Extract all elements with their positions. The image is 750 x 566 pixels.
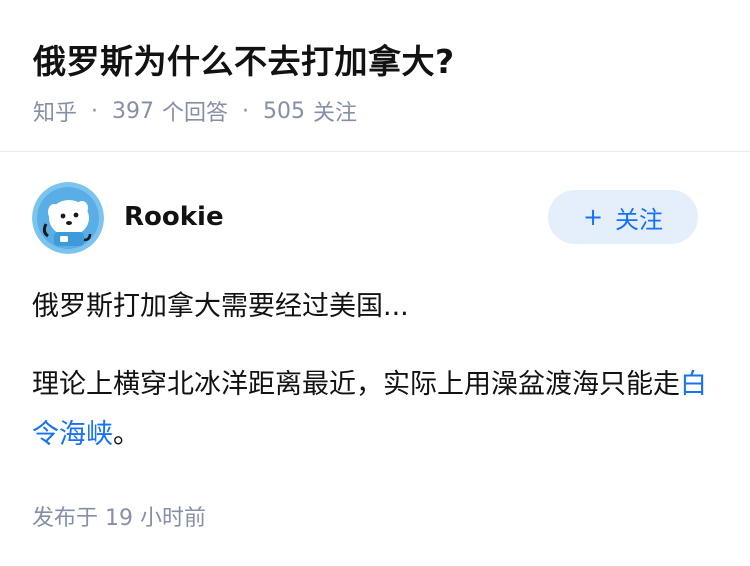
answer-body: 俄罗斯打加拿大需要经过美国... 理论上横穿北冰洋距离最近，实际上用澡盆渡海只能…: [32, 282, 722, 460]
answer-count-label: 个回答: [162, 101, 229, 126]
answer-paragraph: 俄罗斯打加拿大需要经过美国...: [32, 291, 409, 322]
answer-card: Rookie + 关注 俄罗斯打加拿大需要经过美国... 理论上横穿北冰洋距离最…: [0, 152, 750, 566]
publish-time: 发布于 19 小时前: [32, 506, 206, 531]
question-meta: 知乎 · 397 个回答 · 505 关注: [33, 95, 357, 127]
follow-count: 505: [263, 98, 306, 124]
answer-paragraph-end: 。: [113, 419, 140, 450]
author-row: Rookie + 关注: [32, 182, 700, 258]
answer-count: 397: [112, 98, 155, 124]
answer-paragraph: 理论上横穿北冰洋距离最近，实际上用澡盆渡海只能走白令海峡。: [32, 360, 722, 460]
follow-count-label: 关注: [313, 101, 358, 126]
follow-button[interactable]: + 关注: [548, 190, 698, 244]
plus-icon: +: [582, 203, 604, 231]
question-title[interactable]: 俄罗斯为什么不去打加拿大?: [33, 35, 455, 83]
cartoon-avatar-icon: [32, 182, 104, 254]
follow-button-label: 关注: [615, 205, 664, 234]
source-label[interactable]: 知乎: [33, 95, 77, 127]
avatar[interactable]: [32, 182, 104, 254]
separator-dot: ·: [91, 98, 99, 124]
separator-dot: ·: [242, 98, 250, 124]
question-header: 俄罗斯为什么不去打加拿大? 知乎 · 397 个回答 · 505 关注: [0, 0, 750, 152]
author-name[interactable]: Rookie: [124, 202, 224, 232]
answer-paragraph-text: 理论上横穿北冰洋距离最近，实际上用澡盆渡海只能走: [32, 369, 680, 400]
